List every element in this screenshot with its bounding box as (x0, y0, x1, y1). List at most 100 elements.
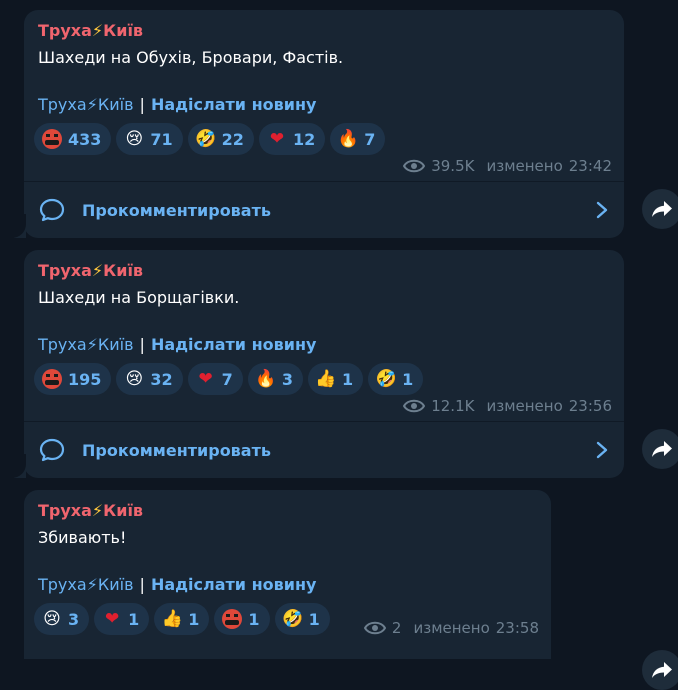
eye-icon (363, 621, 386, 635)
comments-label: Прокомментировать (82, 440, 271, 460)
edited-label: изменено (486, 157, 563, 175)
channel-link[interactable]: Труха⚡Київ (38, 335, 134, 354)
link-separator: | (139, 575, 145, 594)
comments-button[interactable]: Прокомментировать (24, 181, 624, 238)
reaction-count: 1 (402, 369, 414, 389)
message-bubble: Труха⚡Київ Шахеди на Борщагівки. Труха⚡К… (24, 250, 624, 478)
send-news-link[interactable]: Надіслати новину (151, 335, 317, 354)
reaction-count: 1 (188, 609, 200, 629)
edited-label: изменено (413, 619, 490, 637)
red-heart-icon: ❤ (105, 608, 120, 629)
channel-link[interactable]: Труха⚡Київ (38, 95, 134, 114)
message-meta: 12.1K изменено 23:56 (403, 397, 612, 415)
bubble-tail (2, 214, 26, 238)
reaction-chip[interactable]: 195 (34, 363, 112, 395)
view-count: 12.1K (431, 397, 475, 415)
share-button[interactable] (642, 189, 678, 229)
reactions-bar: 195 😢 32 ❤ 7 🔥 3 👍 1 🤣 1 (34, 363, 424, 395)
chevron-right-icon (596, 441, 608, 459)
send-news-link[interactable]: Надіслати новину (151, 95, 317, 114)
message-links: Труха⚡Київ | Надіслати новину (38, 575, 316, 594)
reaction-chip[interactable]: 🤣 1 (368, 363, 424, 395)
reaction-count: 1 (308, 609, 320, 629)
reaction-chip[interactable]: 1 (214, 603, 270, 635)
reaction-count: 12 (292, 129, 316, 149)
channel-author-name[interactable]: Труха⚡Київ (38, 261, 143, 280)
rolling-laughing-icon: 🤣 (375, 368, 397, 389)
reaction-count: 3 (281, 369, 293, 389)
reaction-count: 71 (150, 129, 173, 149)
channel-author-name[interactable]: Труха⚡Київ (38, 501, 143, 520)
reactions-bar: 433 😢 71 🤣 22 ❤ 12 🔥 7 (34, 123, 386, 155)
reaction-count: 1 (341, 369, 354, 389)
reaction-chip[interactable]: 👍 1 (154, 603, 210, 635)
message-text: Збивають! (38, 528, 127, 547)
link-separator: | (139, 335, 145, 354)
reaction-chip[interactable]: 👍 1 (307, 363, 364, 395)
reaction-chip[interactable]: ❤ 1 (94, 603, 150, 635)
message-bubble: Труха⚡Київ Шахеди на Обухів, Бровари, Фа… (24, 10, 624, 238)
edited-label: изменено (486, 397, 563, 415)
message-meta: 2 изменено 23:58 (363, 619, 539, 637)
reaction-chip[interactable]: 🤣 1 (274, 603, 330, 635)
angry-face-icon (221, 608, 243, 630)
reaction-count: 195 (68, 369, 102, 389)
reaction-count: 3 (68, 609, 80, 629)
red-heart-icon: ❤ (269, 128, 285, 149)
reaction-chip[interactable]: 😢 32 (116, 363, 183, 395)
message-time: 23:42 (568, 157, 612, 175)
share-arrow-icon (652, 662, 672, 678)
share-button[interactable] (642, 429, 678, 469)
message-links: Труха⚡Київ | Надіслати новину (38, 95, 316, 114)
message-text: Шахеди на Обухів, Бровари, Фастів. (38, 48, 344, 67)
share-button[interactable] (642, 650, 678, 690)
thumbs-up-icon: 👍 (161, 608, 183, 629)
fire-icon: 🔥 (337, 128, 359, 149)
reaction-count: 1 (248, 609, 260, 629)
message-time: 23:56 (568, 397, 612, 415)
comment-bubble-icon (39, 198, 65, 222)
crying-face-icon: 😢 (125, 368, 144, 389)
reaction-count: 1 (128, 609, 140, 629)
link-separator: | (139, 95, 145, 114)
message-links: Труха⚡Київ | Надіслати новину (38, 335, 316, 354)
share-arrow-icon (652, 441, 672, 457)
message-text: Шахеди на Борщагівки. (38, 288, 240, 307)
view-count: 39.5K (431, 157, 475, 175)
view-count: 2 (391, 619, 402, 637)
reaction-chip[interactable]: 😢 3 (34, 603, 90, 635)
rolling-laughing-icon: 🤣 (281, 608, 304, 629)
fire-icon: 🔥 (255, 368, 277, 389)
eye-icon (403, 159, 426, 173)
eye-icon (403, 399, 426, 413)
reaction-count: 22 (221, 129, 244, 149)
angry-face-icon (41, 368, 63, 390)
bubble-tail (2, 454, 26, 478)
reaction-count: 7 (221, 369, 233, 389)
message-bubble: Труха⚡Київ Збивають! Труха⚡Київ | Надіслат… (24, 490, 551, 659)
reaction-chip[interactable]: 🤣 22 (187, 123, 254, 155)
crying-face-icon: 😢 (125, 128, 144, 149)
comments-button[interactable]: Прокомментировать (24, 421, 624, 478)
reaction-chip[interactable]: ❤ 7 (187, 363, 243, 395)
comment-bubble-icon (39, 438, 65, 462)
reaction-count: 32 (150, 369, 173, 389)
thumbs-up-icon: 👍 (315, 368, 337, 389)
reactions-bar: 😢 3 ❤ 1 👍 1 1 🤣 1 (34, 603, 330, 635)
reaction-chip[interactable]: ❤ 12 (258, 123, 326, 155)
reaction-chip[interactable]: 🔥 7 (330, 123, 386, 155)
channel-link[interactable]: Труха⚡Київ (38, 575, 134, 594)
channel-author-name[interactable]: Труха⚡Київ (38, 21, 143, 40)
crying-face-icon: 😢 (43, 608, 61, 629)
reaction-count: 433 (68, 129, 102, 149)
message-time: 23:58 (495, 619, 539, 637)
reaction-chip[interactable]: 🔥 3 (247, 363, 303, 395)
send-news-link[interactable]: Надіслати новину (151, 575, 317, 594)
reaction-chip[interactable]: 433 (34, 123, 112, 155)
share-arrow-icon (652, 201, 672, 217)
reaction-chip[interactable]: 😢 71 (116, 123, 183, 155)
rolling-laughing-icon: 🤣 (195, 128, 217, 149)
message-meta: 39.5K изменено 23:42 (403, 157, 612, 175)
angry-face-icon (41, 128, 63, 150)
comments-label: Прокомментировать (82, 200, 271, 220)
